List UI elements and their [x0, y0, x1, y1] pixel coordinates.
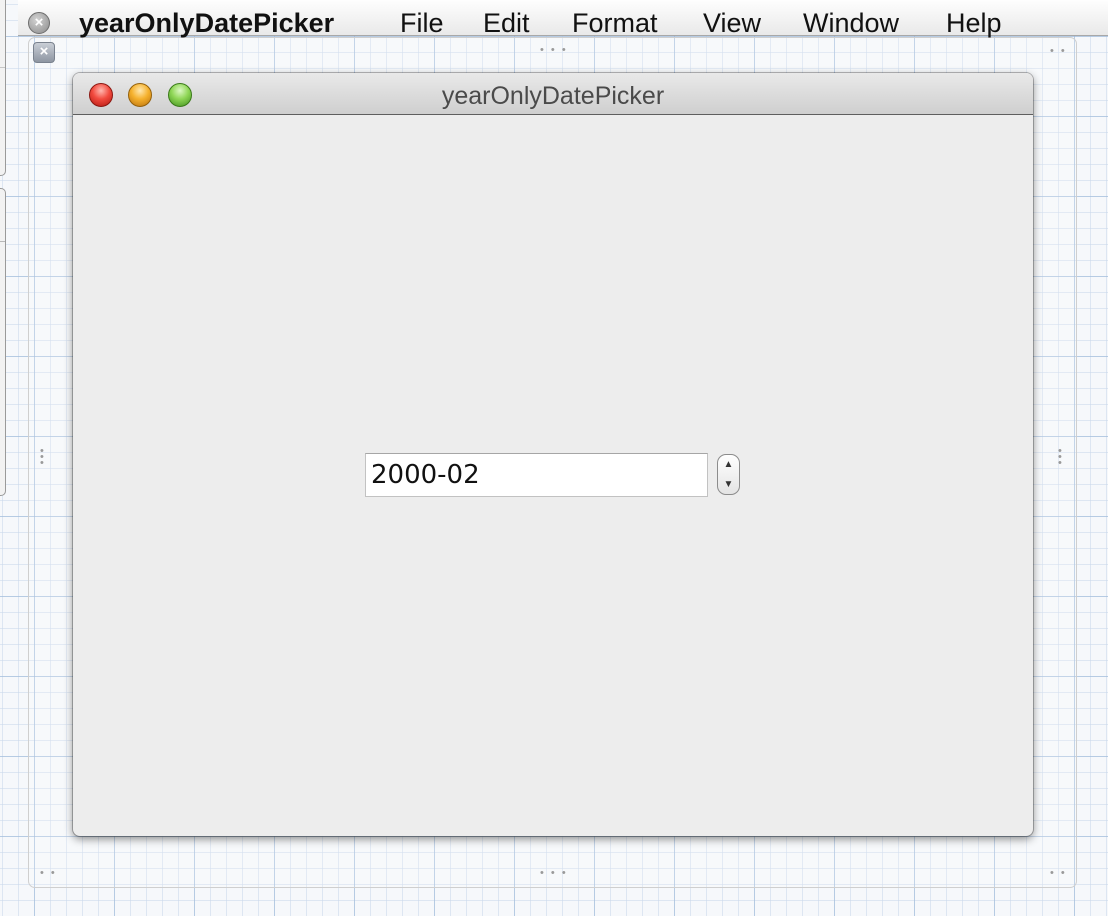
menu-item-format[interactable]: Format: [572, 6, 658, 40]
close-circle-icon[interactable]: ×: [28, 12, 50, 34]
resize-handle-bottom-left[interactable]: • •: [40, 868, 57, 879]
menu-item-view[interactable]: View: [703, 6, 761, 40]
menu-item-window[interactable]: Window: [803, 6, 899, 40]
close-square-icon[interactable]: ×: [33, 42, 55, 63]
menu-item-edit[interactable]: Edit: [483, 6, 530, 40]
app-window: yearOnlyDatePicker 2000-02 ▲ ▼: [73, 73, 1033, 836]
resize-handle-bottom-right[interactable]: • •: [1050, 868, 1067, 879]
menu-app-name[interactable]: yearOnlyDatePicker: [79, 6, 334, 40]
resize-handle-top[interactable]: • • •: [540, 45, 568, 56]
menu-item-help[interactable]: Help: [946, 6, 1002, 40]
resize-handle-bottom[interactable]: • • •: [540, 868, 568, 879]
resize-handle-top-right[interactable]: • •: [1050, 46, 1067, 57]
date-picker-field[interactable]: 2000-02: [365, 453, 708, 497]
menu-item-file[interactable]: File: [400, 6, 444, 40]
left-panel-bottom: [0, 188, 6, 496]
resize-handle-right[interactable]: • • •: [1058, 446, 1064, 469]
resize-handle-left[interactable]: • • •: [40, 446, 46, 469]
window-titlebar[interactable]: yearOnlyDatePicker: [73, 73, 1033, 115]
date-stepper[interactable]: ▲ ▼: [717, 454, 740, 495]
menu-bar: × yearOnlyDatePicker File Edit Format Vi…: [18, 0, 1108, 38]
window-title: yearOnlyDatePicker: [441, 82, 665, 110]
left-panel-top: [0, 0, 6, 176]
chevron-down-icon[interactable]: ▼: [718, 475, 739, 495]
chevron-up-icon[interactable]: ▲: [718, 455, 739, 475]
